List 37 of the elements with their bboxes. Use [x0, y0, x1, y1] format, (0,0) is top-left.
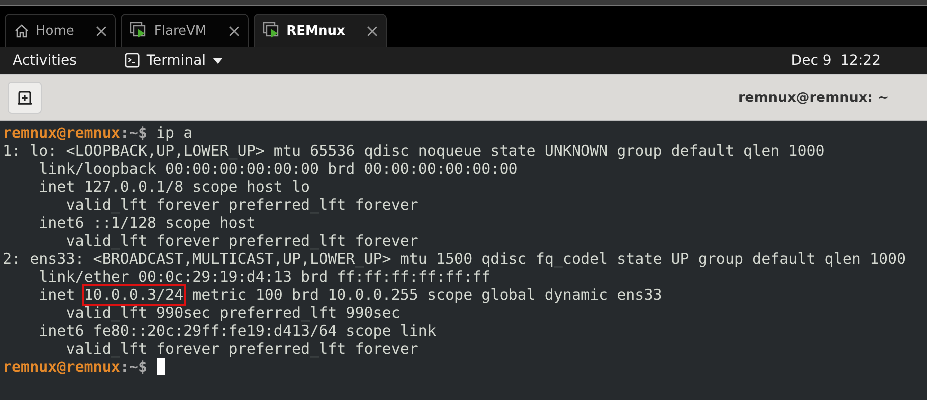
- output-line: 1: lo: <LOOPBACK,UP,LOWER_UP> mtu 65536 qdisc noqueue state UNKNOWN group default qlen 1000: [3, 142, 826, 160]
- terminal-icon: [124, 53, 140, 68]
- new-tab-icon: [18, 90, 32, 104]
- output-line: valid_lft forever preferred_lft forever: [65, 340, 420, 358]
- browser-tab[interactable]: REMnux: [254, 14, 388, 47]
- clock[interactable]: Dec 9 12:22: [791, 52, 881, 68]
- output-line: 2: ens33: <BROADCAST,MULTICAST,UP,LOWER_UP> mtu 1500 qdisc fq_codel state UP group default qlen 1000: [3, 250, 908, 268]
- caret-icon: [213, 58, 224, 64]
- output-line: inet6 fe80::20c:29ff:fe19:d413/64 scope link: [38, 322, 438, 340]
- output-line: valid_lft forever preferred_lft forever: [65, 232, 420, 250]
- output-line: link/loopback 00:00:00:00:00:00 brd 00:00:00:00:00:00: [38, 160, 519, 178]
- command-text: ip a: [156, 124, 193, 142]
- output-line: valid_lft forever preferred_lft forever: [65, 196, 420, 214]
- prompt-user: remnux@remnux: [3, 124, 120, 142]
- output-line: valid_lft 990sec preferred_lft 990sec: [65, 304, 402, 322]
- activities-button[interactable]: Activities: [13, 52, 77, 68]
- window-title: remnux@remnux: ~: [738, 90, 889, 106]
- output-line: inet 127.0.0.1/8 scope host lo: [38, 178, 312, 196]
- browser-tab[interactable]: Home: [5, 14, 116, 47]
- home-icon: [14, 23, 30, 39]
- browser-tab[interactable]: FlareVM: [121, 14, 249, 47]
- close-icon[interactable]: [367, 26, 378, 36]
- close-icon[interactable]: [228, 26, 240, 36]
- new-tab-button[interactable]: [8, 82, 42, 114]
- text-cursor: [156, 358, 164, 375]
- output-text: inet: [38, 286, 76, 304]
- vm-icon: [262, 22, 281, 40]
- output-text: metric 100 brd 10.0.0.255 scope global dynamic ens33: [192, 286, 662, 304]
- highlighted-text: 10.0.0.3/24: [84, 286, 184, 304]
- prompt-path: :~$: [120, 124, 148, 142]
- close-icon[interactable]: [96, 26, 108, 36]
- vm-icon: [130, 22, 148, 40]
- prompt-user: remnux@remnux: [3, 358, 120, 376]
- output-line: inet6 ::1/128 scope host: [38, 214, 257, 232]
- output-line: link/ether 00:0c:29:19:d4:13 brd ff:ff:ff:ff:ff:ff: [38, 268, 492, 286]
- prompt-path: :~$: [120, 358, 148, 376]
- app-menu[interactable]: Terminal: [124, 52, 224, 68]
